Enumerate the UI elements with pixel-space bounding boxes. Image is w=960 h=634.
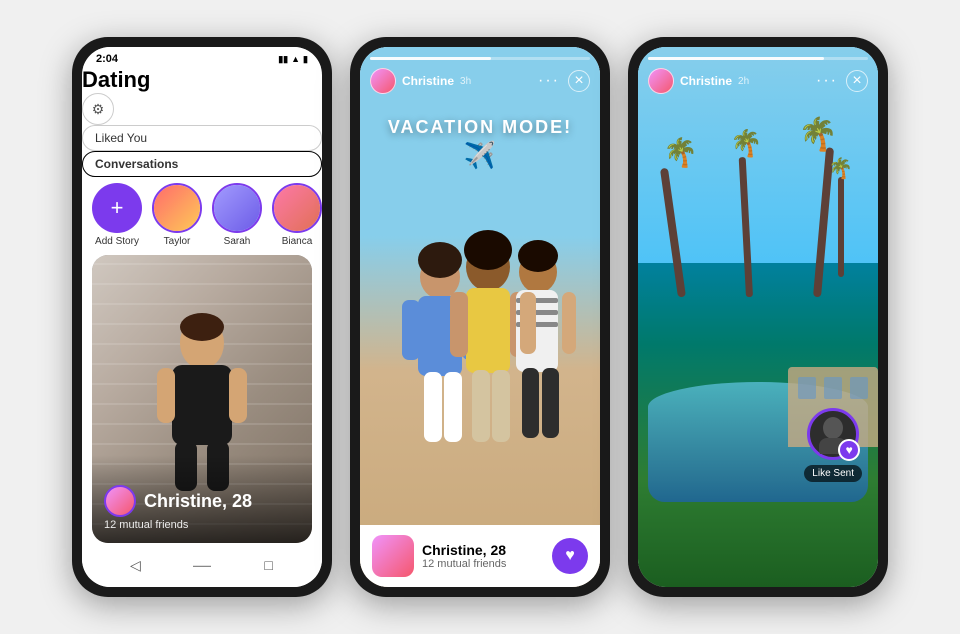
- palm-trees: 🌴 🌴 🌴 🌴: [638, 67, 878, 317]
- plane-icon: ✈️: [360, 140, 600, 171]
- like-button-2[interactable]: ♥: [552, 538, 588, 574]
- status-time: 2:04: [96, 53, 118, 65]
- app-title: Dating: [82, 67, 150, 92]
- story-label-bianca: Bianca: [282, 236, 313, 247]
- status-icons: ▮▮ ▲ ▮: [278, 54, 308, 65]
- story-taylor[interactable]: Taylor: [152, 183, 202, 247]
- story-time-3: 2h: [738, 76, 749, 87]
- svg-text:🌴: 🌴: [798, 116, 838, 152]
- back-button[interactable]: ◁: [121, 551, 149, 579]
- story-profile-info-2: Christine, 28 12 mutual friends: [422, 542, 506, 570]
- svg-text:🌴: 🌴: [730, 128, 762, 158]
- progress-fill: [370, 57, 491, 60]
- story-username-2: Christine: [402, 74, 454, 88]
- story-avatar-taylor: [152, 183, 202, 233]
- beach-people: [380, 222, 580, 502]
- progress-bar: [370, 57, 590, 60]
- progress-bar-3: [648, 57, 868, 60]
- add-story-label: Add Story: [95, 236, 139, 247]
- add-story-button[interactable]: +: [92, 183, 142, 233]
- home-pill[interactable]: —: [188, 551, 216, 579]
- story-avatar-3: [648, 68, 674, 94]
- like-sent-avatar: ♥: [807, 408, 859, 460]
- window-2: [824, 377, 842, 399]
- app-header: Dating ⚙: [82, 67, 322, 125]
- story-avatar-bianca: [272, 183, 322, 233]
- nav-bar-1: ◁ — □: [82, 543, 322, 587]
- like-sent-label: Like Sent: [804, 465, 862, 482]
- story-header-2: Christine 3h ··· ×: [360, 47, 600, 94]
- close-button-3[interactable]: ×: [846, 70, 868, 92]
- svg-text:🌴: 🌴: [663, 136, 698, 169]
- card-info-overlay: Christine, 28 12 mutual friends: [92, 455, 312, 543]
- story-header-3: Christine 2h ··· ×: [638, 47, 878, 94]
- heart-icon-2: ♥: [565, 547, 575, 565]
- story-avatar-sarah: [212, 183, 262, 233]
- home-button[interactable]: □: [255, 551, 283, 579]
- settings-button[interactable]: ⚙: [82, 93, 114, 125]
- window-3: [850, 377, 868, 399]
- more-icon-3[interactable]: ···: [816, 72, 838, 90]
- progress-fill-3: [648, 57, 824, 60]
- phone-3: 🌴 🌴 🌴 🌴: [628, 37, 888, 597]
- gear-icon: ⚙: [92, 101, 105, 118]
- story-sarah[interactable]: Sarah: [212, 183, 262, 247]
- story-avatar-2: [370, 68, 396, 94]
- svg-text:🌴: 🌴: [828, 156, 853, 180]
- close-button-2[interactable]: ×: [568, 70, 590, 92]
- like-sent-popup: ♥ Like Sent: [804, 408, 862, 482]
- wifi-icon: ▲: [291, 54, 300, 64]
- story-user-row-3: Christine 2h ··· ×: [648, 68, 868, 94]
- vacation-text-area: VACATION MODE! ✈️: [360, 117, 600, 171]
- card-avatar-mini: [104, 485, 136, 517]
- story-profile-photo-2: [372, 535, 414, 577]
- phone-2: Christine 3h ··· × VACATION MODE! ✈️ Chr…: [350, 37, 610, 597]
- story-profile-name-2: Christine, 28: [422, 542, 506, 558]
- heart-badge: ♥: [838, 439, 860, 461]
- battery-icon: ▮▮: [278, 54, 288, 65]
- profile-card[interactable]: Christine, 28 12 mutual friends: [92, 255, 312, 543]
- status-bar-1: 2:04 ▮▮ ▲ ▮: [82, 47, 322, 67]
- more-icon-2[interactable]: ···: [538, 72, 560, 90]
- story-time-2: 3h: [460, 76, 471, 87]
- card-mutual-friends: 12 mutual friends: [104, 519, 300, 531]
- tab-liked-you[interactable]: Liked You: [82, 125, 322, 151]
- window-1: [798, 377, 816, 399]
- phone-1: 2:04 ▮▮ ▲ ▮ Dating ⚙ Liked You Conversat…: [72, 37, 332, 597]
- tab-conversations[interactable]: Conversations: [82, 151, 322, 177]
- story-label-sarah: Sarah: [224, 236, 251, 247]
- story-user-row: Christine 3h ··· ×: [370, 68, 590, 94]
- signal-icon: ▮: [303, 54, 308, 65]
- story-username-3: Christine: [680, 74, 732, 88]
- story-label-taylor: Taylor: [164, 236, 191, 247]
- vacation-text: VACATION MODE!: [360, 117, 600, 138]
- stories-row: + Add Story Taylor Sarah Bianc: [82, 177, 322, 251]
- tab-bar: Liked You Conversations: [82, 125, 322, 177]
- card-profile-name: Christine, 28: [104, 485, 300, 517]
- story-bottom-card-2: Christine, 28 12 mutual friends ♥: [360, 525, 600, 587]
- story-profile-sub-2: 12 mutual friends: [422, 558, 506, 570]
- story-bianca[interactable]: Bianca: [272, 183, 322, 247]
- plus-icon: +: [111, 195, 124, 221]
- story-add[interactable]: + Add Story: [92, 183, 142, 247]
